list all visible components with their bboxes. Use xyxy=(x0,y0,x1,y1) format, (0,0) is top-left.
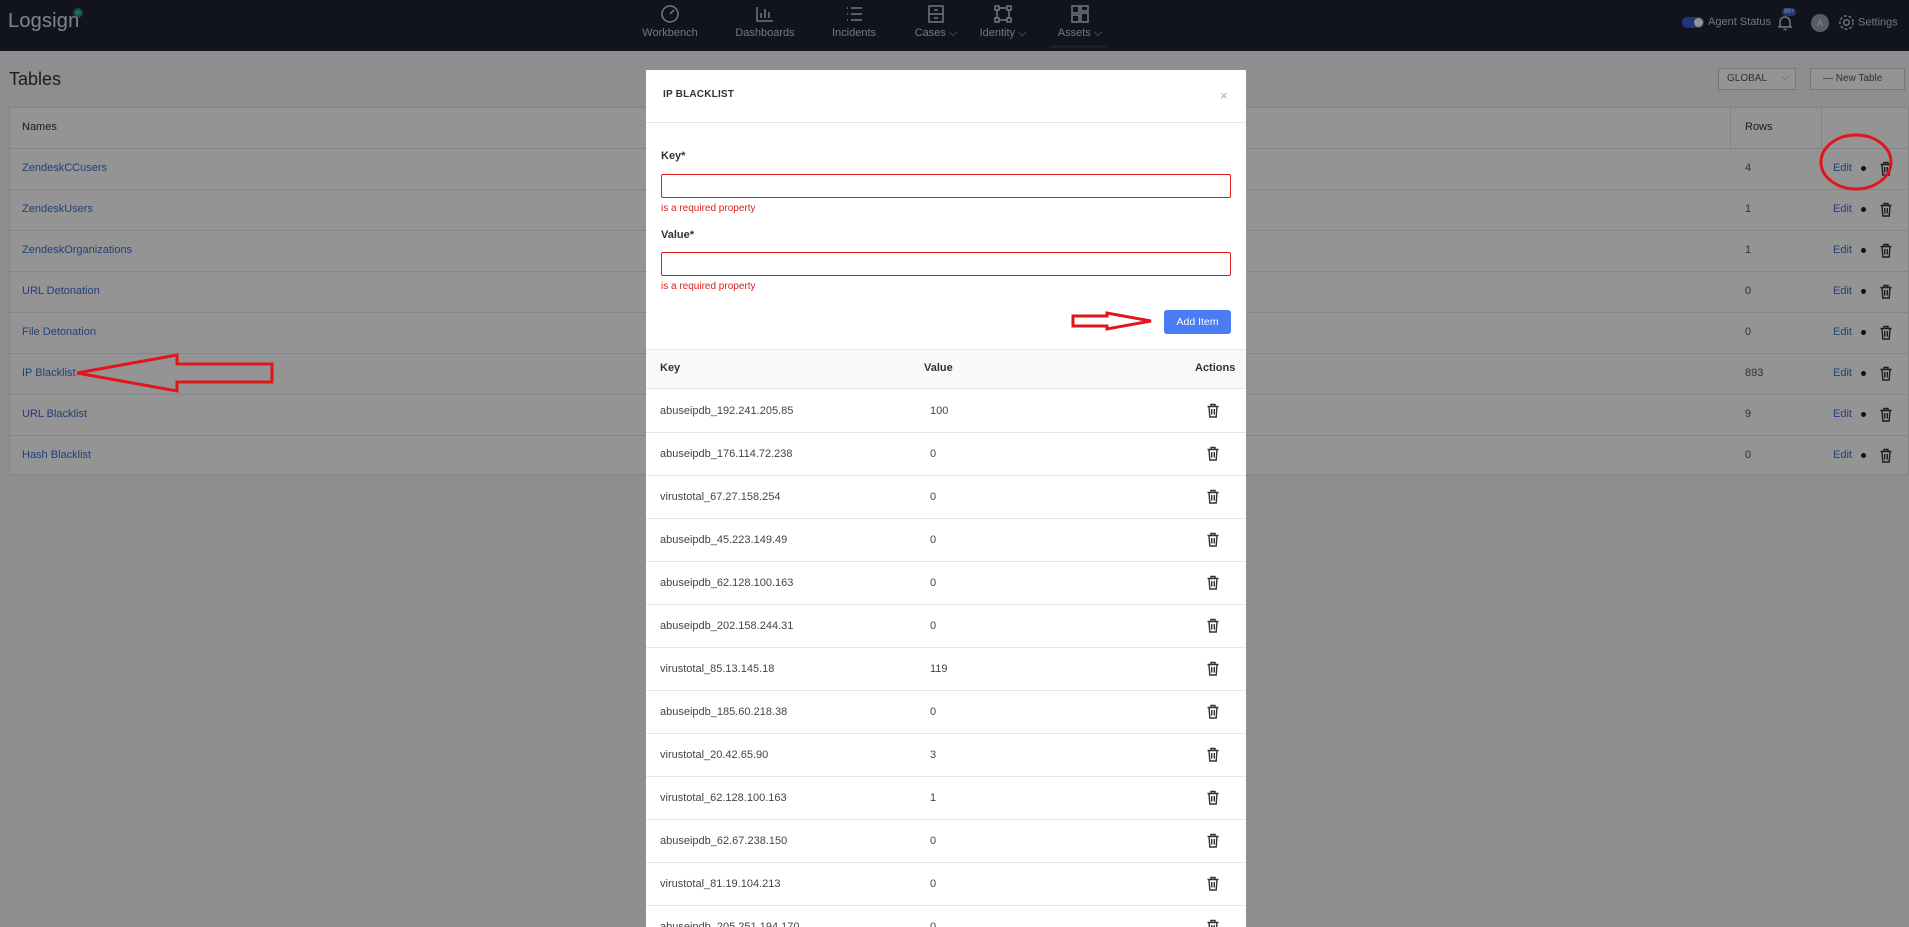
item-row: virustotal_20.42.65.90 3 xyxy=(646,734,1246,777)
trash-icon[interactable] xyxy=(1206,833,1220,848)
add-item-button[interactable]: Add Item xyxy=(1164,310,1231,334)
item-row: abuseipdb_185.60.218.38 0 xyxy=(646,691,1246,734)
item-key: abuseipdb_192.241.205.85 xyxy=(660,405,794,417)
trash-icon[interactable] xyxy=(1206,661,1220,676)
item-value: 0 xyxy=(930,448,937,460)
trash-icon[interactable] xyxy=(1206,790,1220,805)
item-value: 0 xyxy=(930,706,937,718)
item-row: abuseipdb_62.128.100.163 0 xyxy=(646,562,1246,605)
modal-divider xyxy=(646,122,1246,123)
item-value: 0 xyxy=(930,577,937,589)
trash-icon[interactable] xyxy=(1206,575,1220,590)
trash-icon[interactable] xyxy=(1206,704,1220,719)
item-key: abuseipdb_62.128.100.163 xyxy=(660,577,794,589)
trash-icon[interactable] xyxy=(1206,618,1220,633)
item-value: 0 xyxy=(930,491,937,503)
ip-blacklist-modal: IP BLACKLIST × Key* is a required proper… xyxy=(646,70,1246,927)
item-value: 119 xyxy=(930,663,948,675)
column-header-value: Value xyxy=(924,362,953,374)
trash-icon[interactable] xyxy=(1206,532,1220,547)
item-value: 0 xyxy=(930,878,937,890)
item-key: abuseipdb_176.114.72.238 xyxy=(660,448,793,460)
item-key: abuseipdb_205.251.194.170 xyxy=(660,921,800,927)
close-icon[interactable]: × xyxy=(1220,88,1228,103)
column-header-key: Key xyxy=(660,362,681,374)
trash-icon[interactable] xyxy=(1206,446,1220,461)
item-row: abuseipdb_62.67.238.150 0 xyxy=(646,820,1246,863)
item-row: abuseipdb_205.251.194.170 0 xyxy=(646,906,1246,927)
item-row: virustotal_62.128.100.163 1 xyxy=(646,777,1246,820)
item-row: virustotal_81.19.104.213 0 xyxy=(646,863,1246,906)
trash-icon[interactable] xyxy=(1206,403,1220,418)
key-error: is a required property xyxy=(661,203,756,214)
item-row: abuseipdb_45.223.149.49 0 xyxy=(646,519,1246,562)
trash-icon[interactable] xyxy=(1206,919,1220,927)
item-value: 1 xyxy=(930,792,937,804)
item-key: virustotal_85.13.145.18 xyxy=(660,663,775,675)
trash-icon[interactable] xyxy=(1206,876,1220,891)
item-row: abuseipdb_176.114.72.238 0 xyxy=(646,433,1246,476)
item-row: abuseipdb_202.158.244.31 0 xyxy=(646,605,1246,648)
item-key: abuseipdb_202.158.244.31 xyxy=(660,620,794,632)
item-key: virustotal_67.27.158.254 xyxy=(660,491,781,503)
item-value: 0 xyxy=(930,534,937,546)
key-label: Key* xyxy=(661,150,686,162)
modal-title: IP BLACKLIST xyxy=(663,89,735,100)
value-error: is a required property xyxy=(661,281,756,292)
value-label: Value* xyxy=(661,229,695,241)
trash-icon[interactable] xyxy=(1206,489,1220,504)
item-key: virustotal_62.128.100.163 xyxy=(660,792,787,804)
item-row: abuseipdb_192.241.205.85 100 xyxy=(646,390,1246,433)
trash-icon[interactable] xyxy=(1206,747,1220,762)
item-key: abuseipdb_45.223.149.49 xyxy=(660,534,788,546)
column-header-actions: Actions xyxy=(1195,362,1236,374)
item-row: virustotal_67.27.158.254 0 xyxy=(646,476,1246,519)
key-input[interactable] xyxy=(661,174,1231,198)
value-input[interactable] xyxy=(661,252,1231,276)
item-value: 3 xyxy=(930,749,937,761)
item-key: abuseipdb_185.60.218.38 xyxy=(660,706,788,718)
item-value: 0 xyxy=(930,921,937,927)
item-key: virustotal_20.42.65.90 xyxy=(660,749,769,761)
item-value: 0 xyxy=(930,835,937,847)
item-key: abuseipdb_62.67.238.150 xyxy=(660,835,788,847)
item-value: 0 xyxy=(930,620,937,632)
item-value: 100 xyxy=(930,405,949,417)
item-row: virustotal_85.13.145.18 119 xyxy=(646,648,1246,691)
item-key: virustotal_81.19.104.213 xyxy=(660,878,781,890)
items-header: Key Value Actions xyxy=(646,349,1246,389)
